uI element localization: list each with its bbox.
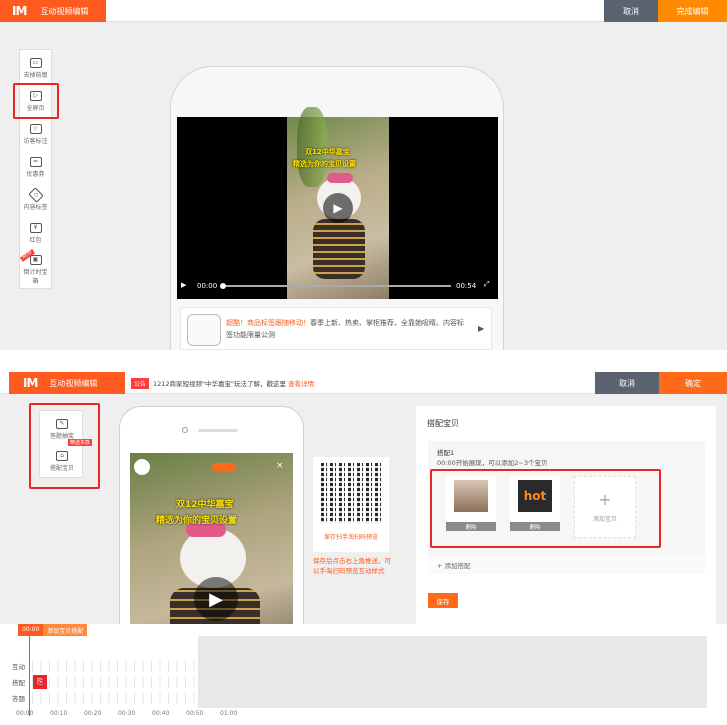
timeline-head-time: 00:00 [18,624,44,636]
pair-description: 00:00开始展现，可以添加2~3个宝贝 [437,459,548,467]
tool-label: 内容标签 [23,203,48,211]
current-time: 00:00 [197,282,218,290]
timeline-head-label[interactable]: 添加宝贝搭配 [43,624,88,636]
video-caption-line1: 双12中华嘉宝 [176,500,234,510]
camera-dot [182,427,188,433]
timeline-tick: 00:10 [50,710,68,717]
coupon-icon: ═ [29,156,42,167]
video-caption-line2: 精选为你的宝贝设置 [156,516,238,526]
notice-text: 超酷！商品标签跟随移动！春季上新、热卖、掌柜推荐，全靠她吸睛。内容标签功能限量公… [226,317,466,341]
timeline-tick: 01:00 [220,710,238,717]
camera-icon: ▭ [29,57,42,68]
add-pair-button[interactable]: + 添加搭配 [428,556,705,574]
announcement-link[interactable]: 查看详情 [288,380,314,388]
phone-screen-video: 双12中华嘉宝 精选为你的宝贝设置 ▶ × [130,453,293,653]
timeline-tick: 00:40 [152,710,170,717]
finish-edit-button[interactable]: 完成编辑 [658,0,727,22]
announcement-text: 1212商家短视频"中华嘉宝"玩法了解，戳这里 [153,380,287,388]
timeline-row-label: 互动 [12,663,25,671]
robot-icon [187,314,221,346]
timeline-tick: 00:20 [84,710,102,717]
logo-mark: IM [12,4,27,18]
logo-mark: IM [23,376,38,390]
tool-coupon[interactable]: ═ 优惠券 [20,151,51,183]
notice-highlight: 超酷！商品标签跟随移动！ [226,319,310,327]
tool-visitor-mark[interactable]: ☆ 访客标注 [20,118,51,150]
play-icon[interactable]: ▶ [181,281,186,289]
dog-bow [327,173,353,183]
timeline-tick: 00:30 [118,710,136,717]
qr-code [321,463,381,523]
video-caption-line2: 精选为你的宝贝设置 [293,160,356,168]
tool-label: 访客标注 [23,137,48,145]
app-title: 互动视频编辑 [49,378,98,388]
highlight-box [29,403,100,489]
qr-caption: 保存扫手淘扫码预览 [323,534,378,541]
fullscreen-icon[interactable]: ⤢ [484,280,490,289]
tool-label: 倒计时宝箱 [23,269,48,285]
timeline-track[interactable] [32,660,198,672]
total-time: 00:54 [456,282,477,290]
bottom-logo: IM 互动视频编辑 [9,372,125,394]
progress-handle[interactable] [220,283,226,289]
notice-card[interactable]: 超酷！商品标签跟随移动！春季上新、热卖、掌柜推荐，全靠她吸睛。内容标签功能限量公… [180,307,492,350]
cancel-button[interactable]: 取消 [604,0,658,22]
tool-red-packet[interactable]: ¥ 红包 [20,217,51,249]
timeline-track[interactable] [32,676,198,688]
tool-prefix[interactable]: ▭ 去掉前缀 [20,52,51,84]
bottom-header: IM 互动视频编辑 公告 1212商家短视频"中华嘉宝"玩法了解，戳这里 查看详… [0,372,727,394]
bottom-editor-screenshot: IM 互动视频编辑 公告 1212商家短视频"中华嘉宝"玩法了解，戳这里 查看详… [0,372,727,725]
speaker-slot [198,429,238,432]
preview-hint: 保存后点击右上角推送，可以手淘扫码预览互动样式 [313,557,391,575]
tag-icon: ◇ [27,186,44,203]
announcement: 1212商家短视频"中华嘉宝"玩法了解，戳这里 查看详情 [153,378,314,388]
tool-content-tag[interactable]: ◇ 内容标签 [20,184,51,216]
announcement-badge: 公告 [131,378,150,389]
avatar [134,459,150,475]
pair-name: 搭配1 [437,449,455,457]
timeline-tick: 00:50 [186,710,204,717]
qr-preview: 保存扫手淘扫码预览 [313,457,389,552]
app-title: 互动视频编辑 [40,6,89,16]
highlight-box [430,469,661,548]
tool-label: 优惠券 [26,170,45,178]
timeline-gray-area [198,636,707,708]
dog-body [313,219,365,279]
top-header: IM 互动视频编辑 取消 完成编辑 [0,0,727,22]
cancel-button[interactable]: 取消 [595,372,659,394]
play-button[interactable]: ▶ [194,577,238,621]
play-button[interactable]: ▶ [323,193,353,223]
timeline-header: 00:00 添加宝贝搭配 [18,624,88,636]
confirm-button[interactable]: 确定 [659,372,727,394]
top-logo: IM 互动视频编辑 [0,0,106,22]
star-icon: ☆ [29,123,42,134]
top-editor-screenshot: IM 互动视频编辑 取消 完成编辑 ▭ 去掉前缀 ▷ 全屏页 ☆ 访客标注 ═ … [0,0,727,350]
timeline-marker-icon[interactable]: ⎘ [33,675,47,689]
gift-icon: ¥ [29,222,42,233]
gift-box-icon: ▣ [29,255,42,265]
panel-title: 搭配宝贝 [427,419,459,428]
timeline-row-label: 搭配 [12,679,25,687]
video-caption-line1: 双12中华嘉宝 [305,148,350,156]
tool-label: 去掉前缀 [23,71,48,79]
close-icon[interactable]: × [276,461,284,471]
follow-button[interactable] [212,463,236,471]
save-button[interactable]: 保存 [428,593,458,608]
tool-label: 红包 [29,236,42,244]
tool-countdown-box[interactable]: NEW ▣ 倒计时宝箱 [19,249,51,289]
highlight-box [13,83,59,119]
playhead[interactable] [29,636,30,716]
timeline-track[interactable] [32,692,198,704]
video-controls: ▶ 00:00 00:54 ⤢ [177,278,498,294]
timeline-row-label: 答题 [12,695,25,703]
chevron-right-icon[interactable]: ▶ [478,324,484,333]
timeline-tick: 00:00 [16,710,34,717]
progress-track[interactable] [221,285,451,287]
